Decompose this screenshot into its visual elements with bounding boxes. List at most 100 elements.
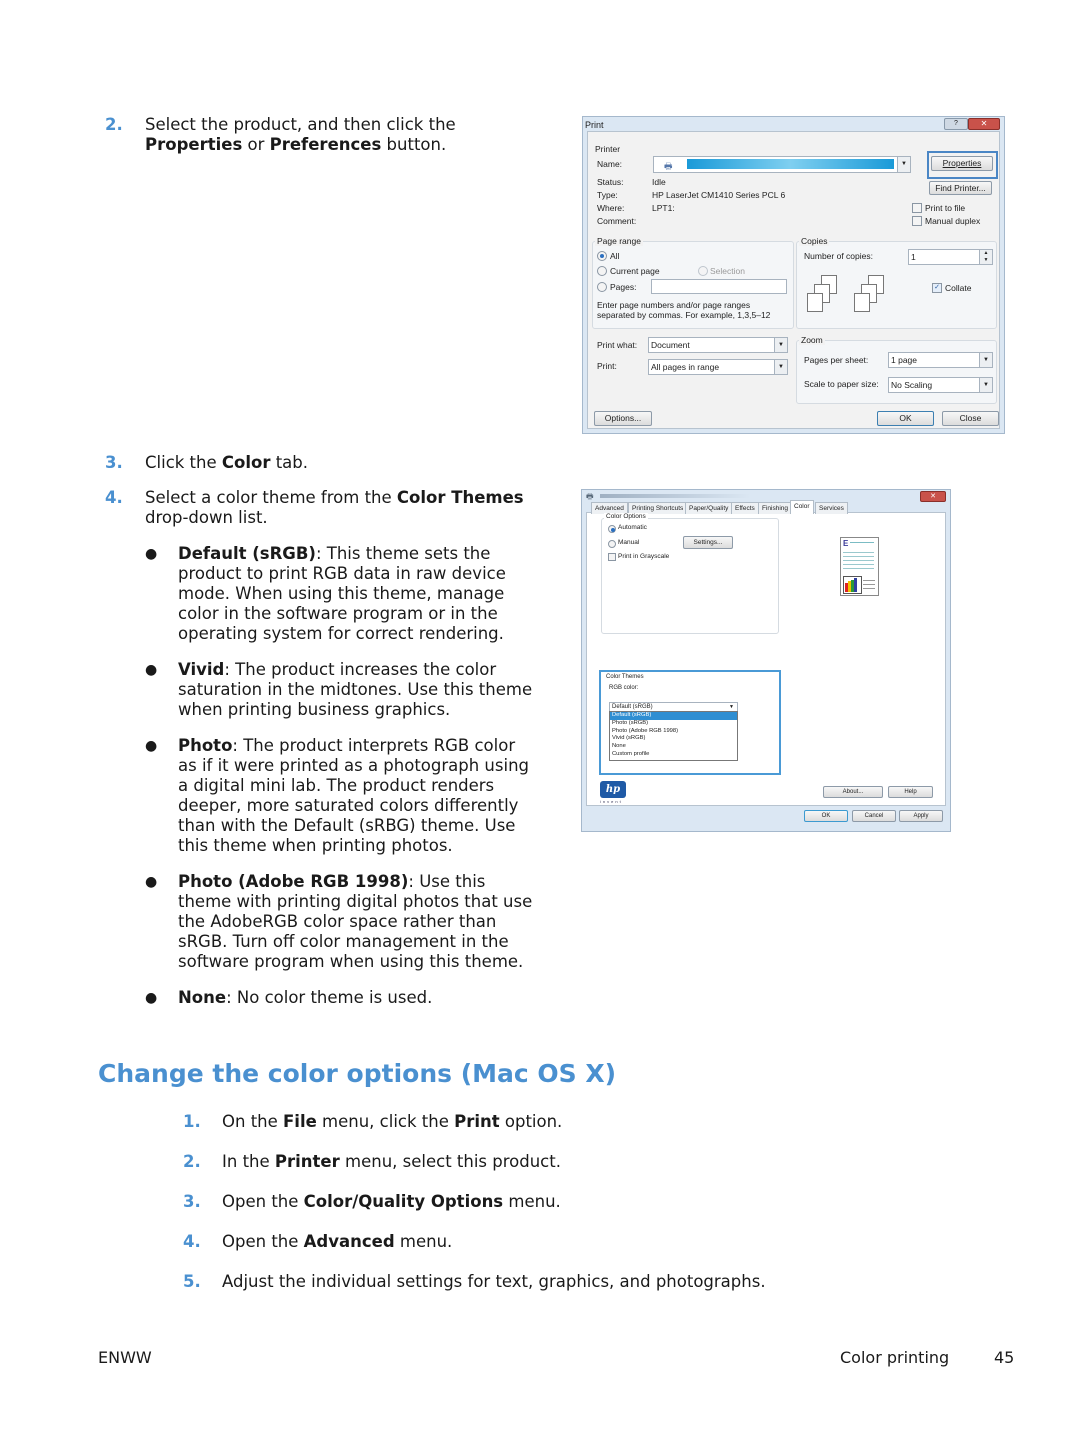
tab-paper-quality[interactable]: Paper/Quality (685, 502, 733, 514)
step-number: 4. (183, 1232, 201, 1251)
rgb-color-dropdown-list: Default (sRGB) Photo (sRGB) Photo (Adobe… (609, 711, 738, 761)
hp-tagline: invent (600, 799, 623, 804)
pages-per-sheet-select[interactable]: 1 page ▼ (888, 352, 993, 368)
current-page-radio[interactable] (597, 266, 607, 276)
step-number: 3. (105, 453, 123, 472)
print-what-value: Document (651, 340, 690, 350)
theme-desc: theme with printing digital photos that … (178, 892, 533, 911)
find-printer-button[interactable]: Find Printer... (929, 181, 992, 195)
close-icon[interactable]: ✕ (968, 118, 1000, 130)
theme-desc: product to print RGB data in raw device (178, 564, 506, 583)
file-menu-term: File (283, 1112, 317, 1131)
step-text: option. (499, 1112, 563, 1131)
range-hint: separated by commas. For example, 1,3,5–… (597, 310, 771, 320)
print-dialog: Print ? ✕ Printer Name: 🖶 ▼ Properties S… (582, 116, 1005, 434)
rgb-option[interactable]: Custom profile (610, 751, 737, 759)
settings-button[interactable]: Settings... (683, 536, 733, 549)
bullet-icon: ● (145, 738, 158, 754)
options-button[interactable]: Options... (594, 411, 652, 426)
theme-desc: sRGB. Turn off color management in the (178, 932, 509, 951)
step-text: On the (222, 1112, 284, 1131)
page-range-label: Page range (595, 236, 643, 246)
close-icon[interactable]: ✕ (920, 491, 946, 502)
where-label: Where: (597, 203, 625, 213)
selected-printer-highlight (687, 159, 894, 169)
pages-radio[interactable] (597, 282, 607, 292)
tab-effects[interactable]: Effects (731, 502, 759, 514)
preferences-term: Preferences (269, 135, 382, 154)
manual-label: Manual (618, 539, 640, 546)
properties-button[interactable]: Properties (931, 156, 993, 171)
print-to-file-checkbox[interactable] (912, 203, 922, 213)
step-text: menu, click the (316, 1112, 455, 1131)
type-label: Type: (597, 190, 618, 200)
color-themes-label: Color Themes (606, 674, 644, 680)
properties-dialog: 🖶 ✕ Advanced Printing Shortcuts Paper/Qu… (581, 489, 951, 832)
selection-radio[interactable] (698, 266, 708, 276)
manual-radio[interactable] (608, 540, 616, 548)
theme-desc: as if it were printed as a photograph us… (178, 756, 530, 775)
bullet-icon: ● (145, 546, 158, 562)
scale-value: No Scaling (891, 380, 933, 390)
manual-duplex-label: Manual duplex (925, 216, 981, 226)
zoom-label: Zoom (799, 335, 825, 345)
ok-button[interactable]: OK (877, 411, 934, 426)
number-of-copies-label: Number of copies: (804, 251, 873, 261)
rgb-option[interactable]: Photo (Adobe RGB 1998) (610, 728, 737, 736)
step-text: Open the (222, 1192, 304, 1211)
collate-checkbox[interactable]: ✓ (932, 283, 942, 293)
automatic-label: Automatic (618, 524, 647, 531)
about-button[interactable]: About... (823, 786, 883, 798)
print-value: All pages in range (651, 362, 720, 372)
chevron-down-icon: ▼ (774, 360, 787, 374)
step-number: 4. (105, 488, 123, 507)
pages-per-sheet-value: 1 page (891, 355, 917, 365)
page-preview-icon: E (840, 537, 879, 596)
rgb-option[interactable]: Photo (sRGB) (610, 720, 737, 728)
theme-desc: deeper, more saturated colors differentl… (178, 796, 519, 815)
cancel-button[interactable]: Cancel (852, 810, 896, 822)
print-what-select[interactable]: Document ▼ (648, 337, 788, 353)
theme-desc: : The product increases the color (224, 660, 497, 679)
color-options-label: Color Options (604, 513, 648, 520)
pages-per-sheet-label: Pages per sheet: (804, 355, 869, 365)
print-what-label: Print what: (597, 340, 638, 350)
collate-label: Collate (945, 283, 972, 293)
where-value: LPT1: (652, 203, 675, 213)
advanced-menu-term: Advanced (303, 1232, 395, 1251)
step-text: Open the (222, 1232, 304, 1251)
tab-services[interactable]: Services (815, 502, 848, 514)
copies-label: Copies (799, 236, 830, 246)
theme-desc: color in the software program or in the (178, 604, 498, 623)
close-button[interactable]: Close (942, 411, 999, 426)
pages-input[interactable] (651, 279, 787, 294)
rgb-option[interactable]: Default (sRGB) (610, 712, 737, 720)
manual-duplex-checkbox[interactable] (912, 216, 922, 226)
printer-name-select[interactable]: 🖶 ▼ (653, 156, 911, 173)
rgb-option[interactable]: None (610, 743, 737, 751)
all-radio[interactable] (597, 251, 607, 261)
help-button[interactable]: Help (888, 786, 933, 798)
theme-desc: : The product interprets RGB color (232, 736, 516, 755)
step-text: Adjust the individual settings for text,… (222, 1272, 766, 1291)
ok-button[interactable]: OK (804, 810, 848, 822)
automatic-radio[interactable] (608, 525, 616, 533)
tab-color[interactable]: Color (790, 500, 814, 514)
range-hint: Enter page numbers and/or page ranges (597, 300, 751, 310)
step-number: 2. (183, 1152, 201, 1171)
copies-spinner[interactable]: 1 ▲ ▼ (908, 249, 993, 265)
apply-button[interactable]: Apply (899, 810, 943, 822)
step-text: menu. (503, 1192, 561, 1211)
help-icon[interactable]: ? (944, 118, 968, 130)
print-label: Print: (597, 361, 617, 371)
theme-desc: the AdobeRGB color space rather than (178, 912, 497, 931)
rgb-option[interactable]: Vivid (sRGB) (610, 735, 737, 743)
theme-desc: than with the Default (sRBG) theme. Use (178, 816, 516, 835)
print-select[interactable]: All pages in range ▼ (648, 359, 788, 375)
rgb-color-label: RGB color: (609, 685, 639, 691)
tab-finishing[interactable]: Finishing (758, 502, 793, 514)
scale-select[interactable]: No Scaling ▼ (888, 377, 993, 393)
grayscale-checkbox[interactable] (608, 553, 616, 561)
theme-desc: : No color theme is used. (226, 988, 433, 1007)
bullet-icon: ● (145, 874, 158, 890)
